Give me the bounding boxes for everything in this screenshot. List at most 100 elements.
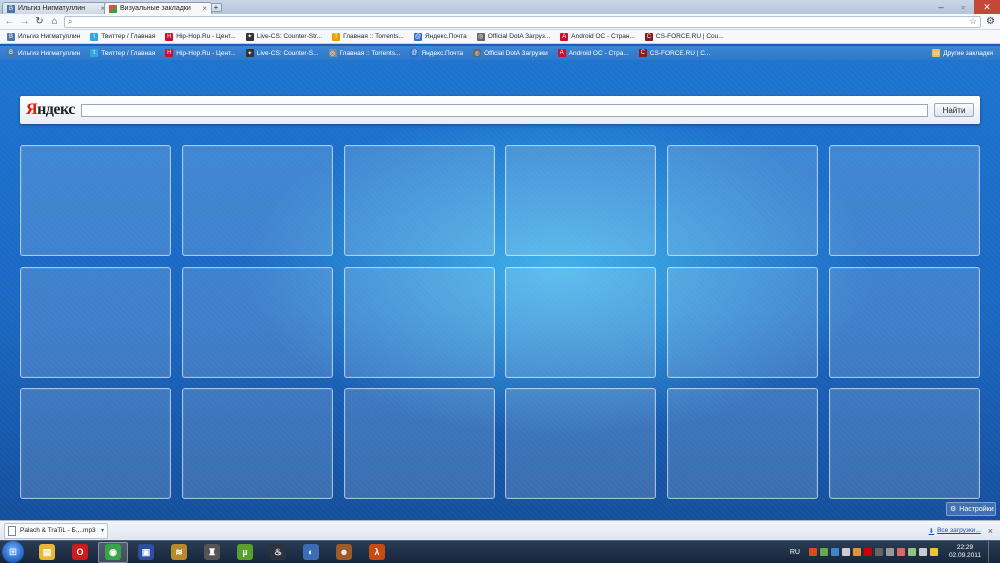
bookmark-hiphop[interactable]: H Hip-Hop.Ru - Цент... xyxy=(160,30,240,44)
save-disk-icon: ▣ xyxy=(138,544,154,560)
bookmark-tile[interactable] xyxy=(20,145,171,256)
tray-icon[interactable] xyxy=(874,548,883,556)
taskbar-bear[interactable]: ☻ xyxy=(329,542,359,563)
gear-icon: ⚙ xyxy=(950,506,957,513)
bookmark-dota[interactable]: ◎ Official DotA Загруз... xyxy=(472,30,556,44)
bookmark-csforce[interactable]: C CS-FORCE.RU | Cou... xyxy=(640,30,729,44)
bookmark-tile[interactable] xyxy=(343,388,495,499)
taskbar-media[interactable]: ◐ xyxy=(296,542,326,563)
start-button[interactable]: ⊞ xyxy=(2,541,24,563)
reload-icon[interactable]: ↻ xyxy=(34,16,45,27)
settings-button[interactable]: ⚙ Настройки xyxy=(946,502,996,516)
bookmark-dota[interactable]: ◎ Official DotA Загрузки xyxy=(468,46,553,60)
taskbar-explorer[interactable]: ▤ xyxy=(32,542,62,563)
bookmark-twitter[interactable]: t Твиттер / Главная xyxy=(85,46,160,60)
bookmark-tile[interactable] xyxy=(343,266,495,378)
star-icon[interactable]: ☆ xyxy=(969,16,977,27)
chevron-down-icon[interactable]: ▾ xyxy=(101,527,104,534)
tray-icon[interactable] xyxy=(896,548,905,556)
address-bar[interactable]: ⌕ ☆ xyxy=(64,15,981,28)
visual-bookmarks-bar: В Ильгиз Нигматуллин t Твиттер / Главная H Hi… xyxy=(0,46,1000,60)
bookmark-label: Яндекс.Почта xyxy=(421,49,464,57)
taskbar-dota-app[interactable]: ♜ xyxy=(197,542,227,563)
bookmark-label: Android OC - Стран... xyxy=(571,33,635,40)
close-icon[interactable]: × xyxy=(202,4,207,13)
find-button[interactable]: Найти xyxy=(934,103,974,117)
bookmark-tile[interactable] xyxy=(20,388,171,499)
tray-icon[interactable] xyxy=(852,548,861,556)
bookmark-tile[interactable] xyxy=(181,266,333,378)
bookmark-tile[interactable] xyxy=(505,145,657,256)
bookmark-yandex-mail[interactable]: @ Яндекс.Почта xyxy=(405,46,468,60)
bookmark-android[interactable]: A Android OC - Стра... xyxy=(553,46,634,60)
torrent-icon: T xyxy=(332,32,341,41)
taskbar-chrome[interactable]: ◉ xyxy=(98,541,128,563)
tray-icon[interactable] xyxy=(885,548,894,556)
taskbar-save-disk[interactable]: ▣ xyxy=(131,542,161,563)
yandex-logo[interactable]: Яндекс xyxy=(26,101,75,119)
wrench-icon[interactable]: ⚙ xyxy=(985,16,996,27)
tray-icon[interactable] xyxy=(808,548,817,556)
bookmark-tile[interactable] xyxy=(181,388,333,499)
bookmark-vk[interactable]: В Ильгиз Нигматуллин xyxy=(2,30,85,44)
bookmark-vk[interactable]: В Ильгиз Нигматуллин xyxy=(2,46,85,60)
bookmark-tile[interactable] xyxy=(667,266,819,378)
tab-vk[interactable]: В Ильгиз Нигматуллин × xyxy=(2,2,110,14)
bookmark-yandex-mail[interactable]: @ Яндекс.Почта xyxy=(409,30,472,44)
bookmark-tile[interactable] xyxy=(828,266,980,378)
bookmark-label: Hip-Hop.Ru - Цент... xyxy=(176,33,236,40)
tray-icon[interactable] xyxy=(819,548,828,556)
file-icon xyxy=(8,525,16,536)
bookmark-cs[interactable]: ✦ Live-CS: Counter-Str... xyxy=(241,30,327,44)
minimize-icon[interactable]: – xyxy=(930,0,952,14)
bookmark-torrent[interactable]: ◎ Главная :: Torrents... xyxy=(324,46,406,60)
clock[interactable]: 22:29 02.09.2011 xyxy=(949,544,981,560)
vk-icon: В xyxy=(7,49,15,57)
bookmarks-bar: В Ильгиз Нигматуллин t Твиттер / Главная H Hi… xyxy=(0,30,1000,44)
all-downloads-link[interactable]: ⬇ Все загрузки... xyxy=(929,527,981,535)
clock-time: 22:29 xyxy=(956,544,974,551)
bookmark-tile[interactable] xyxy=(828,388,980,499)
bookmark-label: CS-FORCE.RU | Cou... xyxy=(655,33,724,40)
bookmark-torrent[interactable]: T Главная :: Torrents... xyxy=(327,30,409,44)
bookmark-tile[interactable] xyxy=(343,145,495,256)
taskbar-utorrent[interactable]: µ xyxy=(230,542,260,563)
other-bookmarks-button[interactable]: ▭ Другие закладки xyxy=(927,46,998,60)
bookmark-tile[interactable] xyxy=(181,145,333,256)
vk-icon: В xyxy=(7,32,15,41)
yandex-search-input[interactable] xyxy=(80,103,928,117)
show-desktop-button[interactable] xyxy=(988,541,996,563)
tray-icon[interactable] xyxy=(918,548,927,556)
close-icon[interactable]: × xyxy=(985,526,996,536)
bookmark-hiphop[interactable]: H Hip-Hop.Ru - Цент... xyxy=(160,46,240,60)
taskbar-halflife[interactable]: λ xyxy=(362,542,392,563)
taskbar-steam[interactable]: ♨ xyxy=(263,542,293,563)
window-close-icon[interactable]: ✕ xyxy=(974,0,1000,14)
bookmark-cs[interactable]: ✦ Live-CS: Counter-S... xyxy=(241,46,324,60)
tray-icon[interactable] xyxy=(841,548,850,556)
download-item[interactable]: Palach & TraTiL - Б....mp3 ▾ xyxy=(4,522,108,539)
bookmark-twitter[interactable]: t Твиттер / Главная xyxy=(85,30,160,44)
back-icon[interactable]: ← xyxy=(4,16,15,27)
tray-icon[interactable] xyxy=(863,548,872,556)
bookmark-tile[interactable] xyxy=(20,266,171,378)
bookmark-tile[interactable] xyxy=(667,145,819,256)
torrent-icon: ◎ xyxy=(328,49,337,57)
tray-icon[interactable] xyxy=(830,548,839,556)
maximize-icon[interactable]: ▫ xyxy=(952,0,974,14)
tab-visual-bookmarks[interactable]: Визуальные закладки × xyxy=(104,2,212,14)
taskbar-opera[interactable]: O xyxy=(65,542,95,563)
tray-icon[interactable] xyxy=(907,548,916,556)
tray-icon[interactable] xyxy=(929,548,938,556)
bookmark-csforce[interactable]: C CS-FORCE.RU | C... xyxy=(634,46,716,60)
taskbar-winamp[interactable]: ≋ xyxy=(164,542,194,563)
home-icon[interactable]: ⌂ xyxy=(49,16,60,27)
forward-icon[interactable]: → xyxy=(19,16,30,27)
address-input[interactable] xyxy=(76,18,965,25)
bookmark-android[interactable]: A Android OC - Стран... xyxy=(555,30,640,44)
bookmark-tile[interactable] xyxy=(505,388,657,499)
language-indicator[interactable]: RU xyxy=(790,549,800,556)
bookmark-tile[interactable] xyxy=(667,388,819,499)
bookmark-tile[interactable] xyxy=(505,266,657,378)
bookmark-tile[interactable] xyxy=(828,145,980,256)
